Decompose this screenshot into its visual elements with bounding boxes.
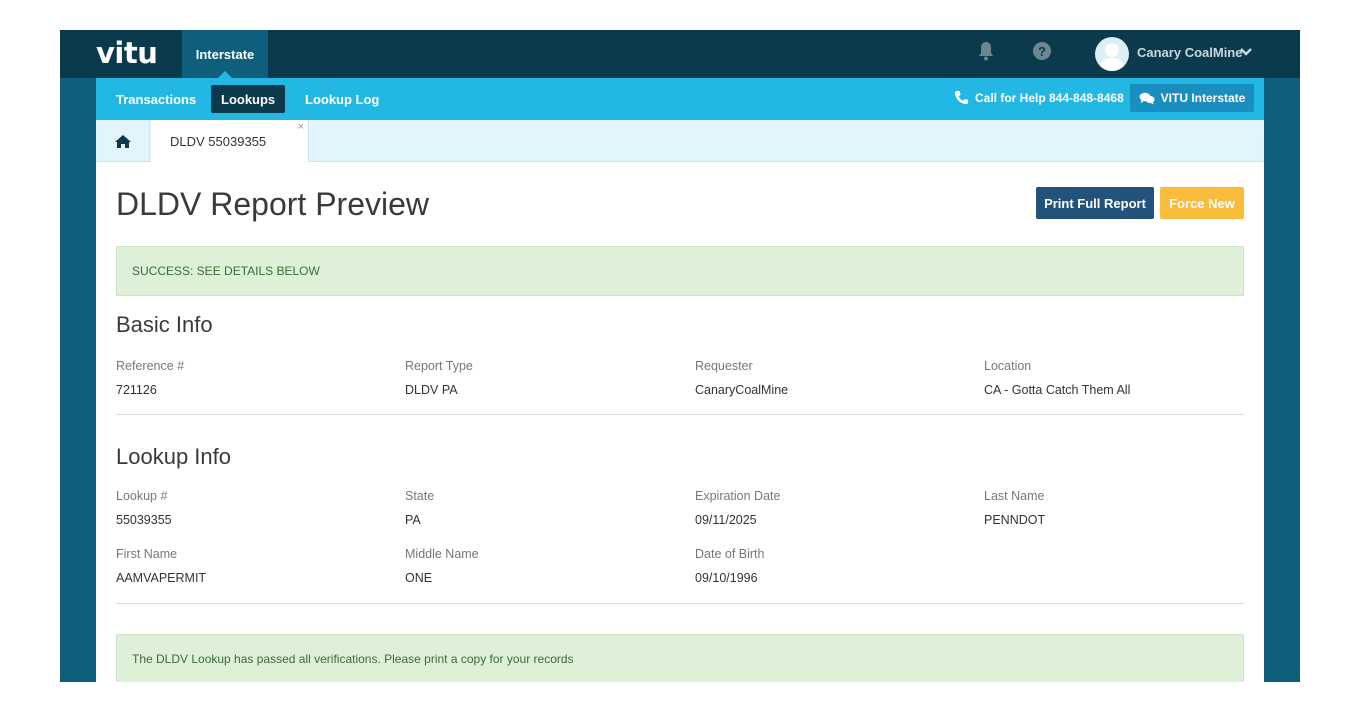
location-label: Location	[984, 359, 1032, 373]
help-icon[interactable]: ?	[1033, 42, 1051, 60]
date-of-birth-label: Date of Birth	[695, 547, 765, 561]
last-name-value: PENNDOT	[984, 513, 1046, 527]
state-label: State	[405, 489, 435, 503]
print-full-report-button[interactable]: Print Full Report	[1036, 187, 1154, 219]
requester-value: CanaryCoalMine	[695, 383, 789, 397]
reference-label: Reference #	[116, 359, 185, 373]
user-silhouette-icon	[1099, 43, 1125, 71]
expiration-date-value: 09/11/2025	[695, 513, 757, 527]
call-for-help-text: Call for Help 844-848-8468	[975, 90, 1124, 105]
tab-label: DLDV 55039355	[170, 134, 267, 149]
call-for-help-link[interactable]: Call for Help 844-848-8468	[954, 90, 1124, 105]
lookup-info-title: Lookup Info	[116, 444, 231, 469]
chat-bubbles-icon	[1139, 92, 1155, 104]
tab-dldv-report[interactable]: DLDV 55039355 ×	[151, 120, 309, 163]
phone-icon	[954, 90, 969, 105]
chevron-down-icon[interactable]	[1239, 45, 1253, 59]
divider	[116, 603, 1244, 604]
top-bar: vitu Interstate ? Canary CoalMine	[60, 30, 1300, 78]
middle-name-label: Middle Name	[405, 547, 479, 561]
nav-lookups[interactable]: Lookups	[211, 85, 286, 113]
success-alert: SUCCESS: SEE DETAILS BELOW	[116, 246, 1244, 296]
chat-button-label: VITU Interstate	[1160, 91, 1246, 105]
app-window: vitu Interstate ? Canary CoalMine Transa…	[60, 30, 1300, 682]
state-value: PA	[405, 513, 421, 527]
date-of-birth-value: 09/10/1996	[695, 571, 758, 585]
home-icon	[114, 134, 131, 148]
first-name-label: First Name	[116, 547, 178, 561]
bell-icon[interactable]	[978, 41, 994, 61]
requester-label: Requester	[695, 359, 753, 373]
force-new-button[interactable]: Force New	[1160, 187, 1244, 219]
expiration-date-label: Expiration Date	[695, 489, 781, 503]
home-tab[interactable]	[96, 120, 150, 162]
basic-info-title: Basic Info	[116, 312, 213, 337]
active-tab-caret	[218, 71, 232, 78]
middle-name-value: ONE	[405, 571, 433, 585]
reference-value: 721126	[116, 383, 157, 397]
close-icon[interactable]: ×	[298, 121, 304, 133]
first-name-value: AAMVAPERMIT	[116, 571, 207, 585]
verification-passed-alert: The DLDV Lookup has passed all verificat…	[116, 634, 1244, 682]
vitu-logo[interactable]: vitu	[96, 36, 158, 70]
location-value: CA - Gotta Catch Them All	[984, 383, 1131, 397]
divider	[116, 414, 1244, 415]
avatar[interactable]	[1095, 37, 1129, 71]
chat-vitu-interstate-button[interactable]: VITU Interstate	[1130, 84, 1254, 112]
sub-nav: Transactions Lookups Lookup Log Call for…	[96, 78, 1264, 120]
nav-lookup-log[interactable]: Lookup Log	[295, 85, 389, 113]
document-tabs: DLDV 55039355 ×	[96, 120, 1264, 163]
nav-transactions[interactable]: Transactions	[106, 85, 206, 113]
last-name-label: Last Name	[984, 489, 1045, 503]
lookup-number-value: 55039355	[116, 513, 172, 527]
report-content: DLDV Report Preview Print Full Report Fo…	[96, 162, 1264, 682]
user-name[interactable]: Canary CoalMine	[1137, 45, 1242, 60]
report-type-value: DLDV PA	[405, 383, 458, 397]
lookup-number-label: Lookup #	[116, 489, 168, 503]
report-type-label: Report Type	[405, 359, 473, 373]
page-title: DLDV Report Preview	[116, 186, 429, 222]
